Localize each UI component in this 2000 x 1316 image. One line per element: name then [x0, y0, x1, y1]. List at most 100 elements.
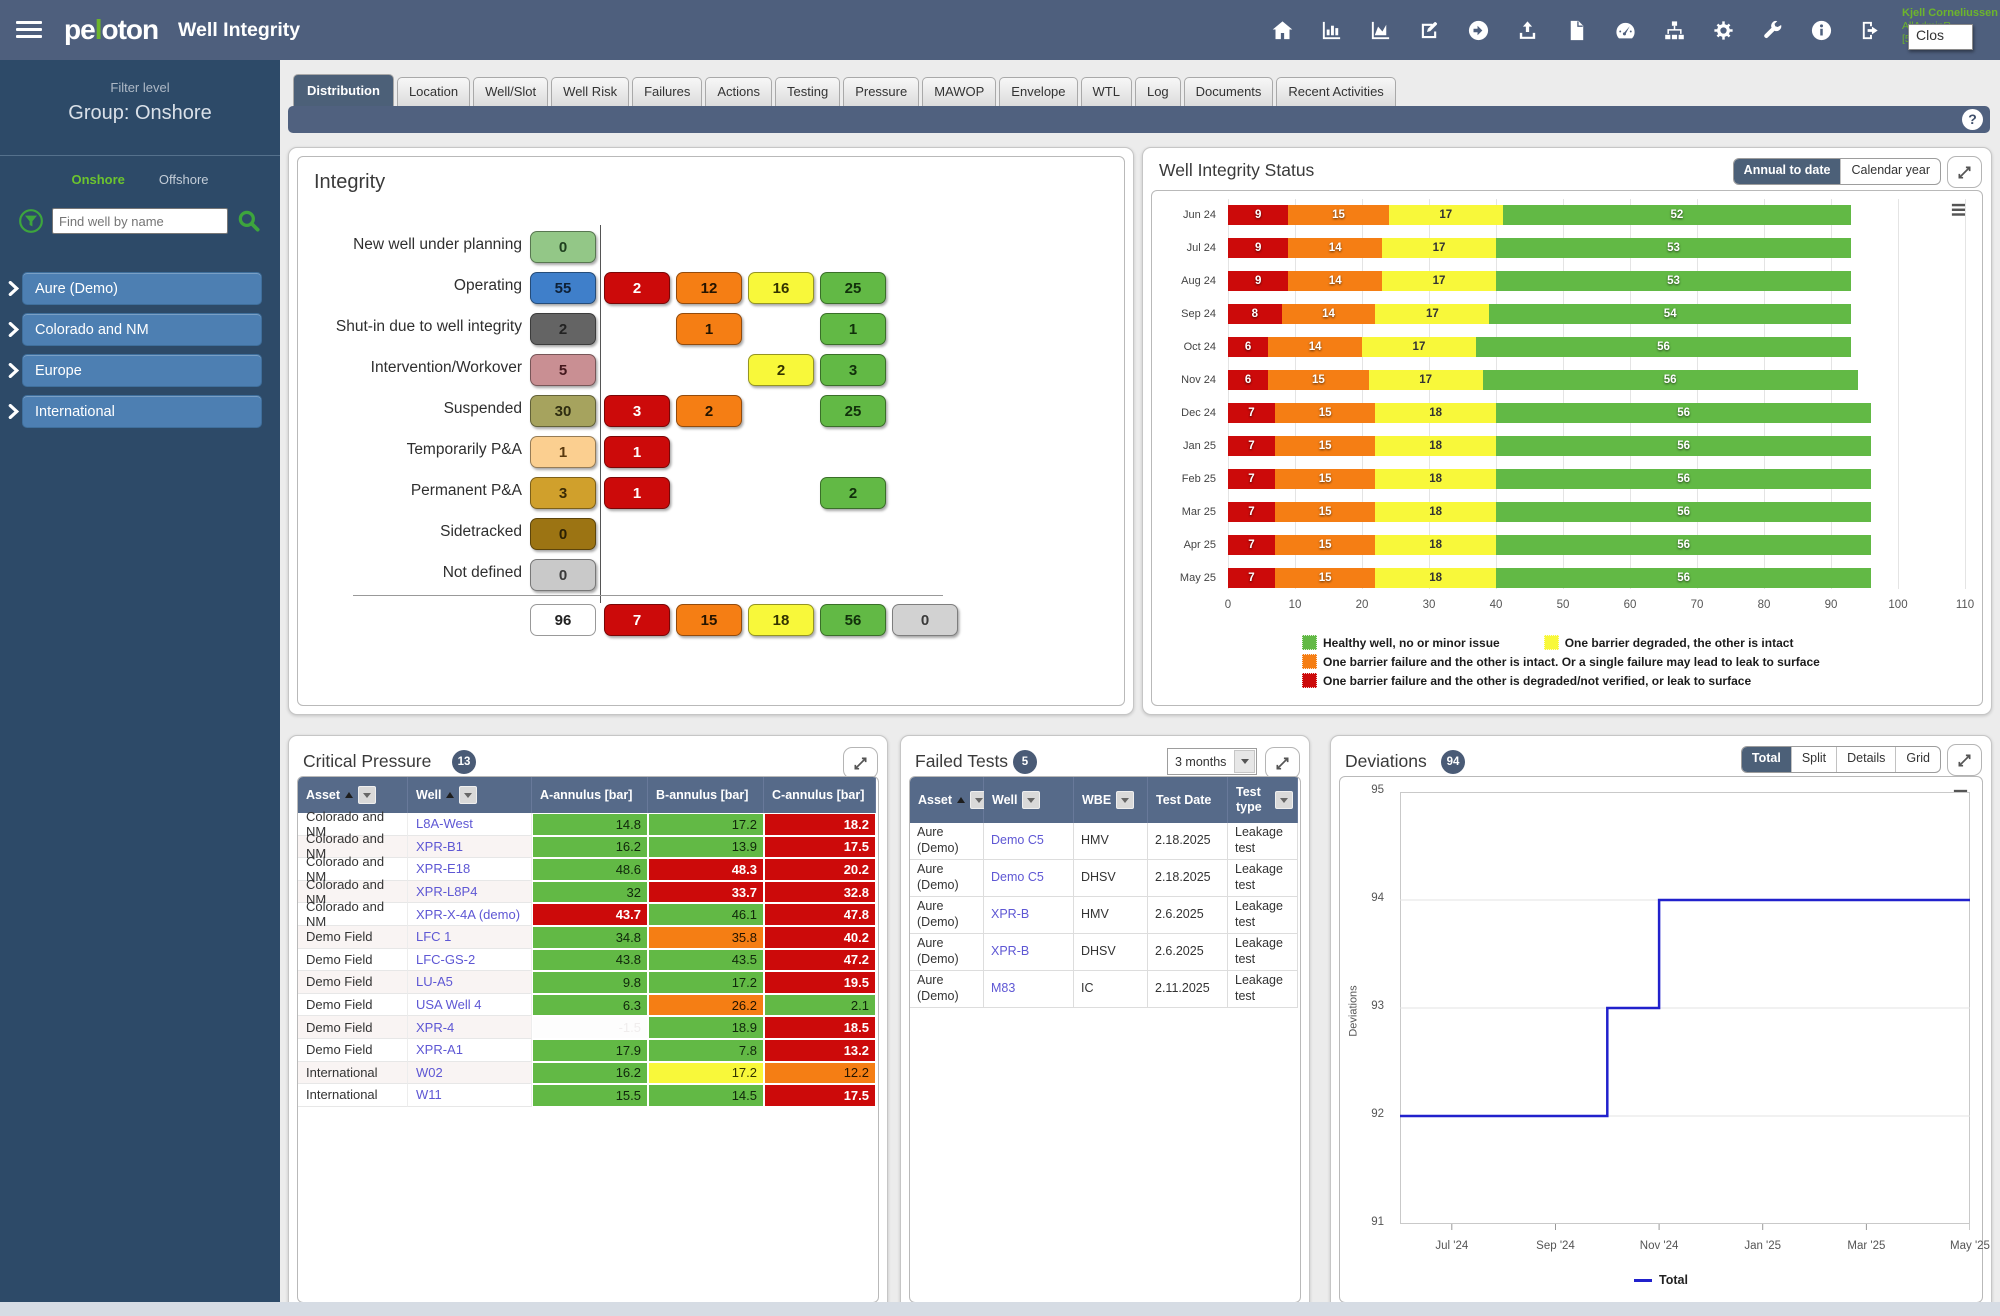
gear-icon[interactable] — [1712, 19, 1735, 42]
integrity-cell-badge[interactable]: 25 — [820, 272, 886, 304]
integrity-count-badge[interactable]: 0 — [530, 559, 596, 591]
well-link[interactable]: LFC 1 — [416, 929, 451, 944]
well-link[interactable]: LU-A5 — [416, 974, 453, 989]
help-icon[interactable]: ? — [1962, 109, 1983, 130]
integrity-count-badge[interactable]: 2 — [530, 313, 596, 345]
tab-distribution[interactable]: Distribution — [293, 74, 394, 106]
arrow-right-circle-icon[interactable] — [1467, 19, 1490, 42]
well-link[interactable]: XPR-B1 — [416, 839, 463, 854]
tab-envelope[interactable]: Envelope — [999, 77, 1077, 106]
sidebar-item-colorado-and-nm[interactable]: Colorado and NM — [22, 313, 262, 346]
integrity-count-badge[interactable]: 30 — [530, 395, 596, 427]
tab-mawop[interactable]: MAWOP — [922, 77, 996, 106]
tab-documents[interactable]: Documents — [1184, 77, 1274, 106]
well-link[interactable]: L8A-West — [416, 816, 473, 831]
tab-pressure[interactable]: Pressure — [843, 77, 919, 106]
well-link[interactable]: XPR-B — [991, 944, 1029, 960]
sidebar-item-aure-demo[interactable]: Aure (Demo) — [22, 272, 262, 305]
tab-location[interactable]: Location — [397, 77, 470, 106]
document-icon[interactable] — [1565, 19, 1588, 42]
tab-well-risk[interactable]: Well Risk — [551, 77, 629, 106]
integrity-cell-badge[interactable]: 1 — [604, 436, 670, 468]
tab-wtl[interactable]: WTL — [1081, 77, 1132, 106]
column-menu-icon[interactable] — [1116, 791, 1134, 809]
sort-asc-icon[interactable] — [957, 793, 965, 803]
logout-icon[interactable] — [1859, 19, 1882, 42]
sidebar-item-europe[interactable]: Europe — [22, 354, 262, 387]
integrity-cell-badge[interactable]: 1 — [820, 313, 886, 345]
well-link[interactable]: XPR-B — [991, 907, 1029, 923]
sidebar-tab-offshore[interactable]: Offshore — [159, 172, 209, 187]
well-link[interactable]: M83 — [991, 981, 1015, 997]
integrity-count-badge[interactable]: 0 — [530, 518, 596, 550]
well-link[interactable]: W11 — [416, 1087, 442, 1102]
wrench-icon[interactable] — [1761, 19, 1784, 42]
column-menu-icon[interactable] — [1275, 791, 1293, 809]
well-link[interactable]: XPR-L8P4 — [416, 884, 477, 899]
home-icon[interactable] — [1271, 19, 1294, 42]
wis-button-calendar-year[interactable]: Calendar year — [1840, 159, 1940, 184]
integrity-cell-badge[interactable]: 2 — [820, 477, 886, 509]
tab-log[interactable]: Log — [1135, 77, 1181, 106]
well-link[interactable]: Demo C5 — [991, 833, 1044, 849]
expand-icon[interactable] — [843, 747, 878, 779]
integrity-cell-badge[interactable]: 12 — [676, 272, 742, 304]
column-menu-icon[interactable] — [358, 786, 376, 804]
expand-icon[interactable] — [1947, 156, 1982, 188]
chevron-right-icon[interactable] — [8, 322, 20, 338]
deviations-button-split[interactable]: Split — [1791, 747, 1836, 772]
well-link[interactable]: XPR-E18 — [416, 861, 470, 876]
chevron-right-icon[interactable] — [8, 281, 20, 297]
well-link[interactable]: W02 — [416, 1065, 443, 1080]
wis-button-annual-to-date[interactable]: Annual to date — [1734, 159, 1841, 184]
deviations-button-grid[interactable]: Grid — [1895, 747, 1940, 772]
chevron-right-icon[interactable] — [8, 404, 20, 420]
well-link[interactable]: Demo C5 — [991, 870, 1044, 886]
sidebar-item-international[interactable]: International — [22, 395, 262, 428]
deviations-button-total[interactable]: Total — [1742, 747, 1791, 772]
well-link[interactable]: USA Well 4 — [416, 997, 482, 1012]
integrity-cell-badge[interactable]: 25 — [820, 395, 886, 427]
bar-chart-icon[interactable] — [1320, 19, 1343, 42]
expand-icon[interactable] — [1947, 744, 1982, 776]
integrity-cell-badge[interactable]: 1 — [676, 313, 742, 345]
integrity-cell-badge[interactable]: 2 — [604, 272, 670, 304]
search-input[interactable] — [52, 208, 228, 234]
integrity-count-badge[interactable]: 3 — [530, 477, 596, 509]
search-icon[interactable] — [236, 208, 262, 234]
integrity-cell-badge[interactable]: 3 — [604, 395, 670, 427]
expand-icon[interactable] — [1265, 747, 1300, 779]
tab-recent-activities[interactable]: Recent Activities — [1276, 77, 1395, 106]
integrity-cell-badge[interactable]: 3 — [820, 354, 886, 386]
menu-icon[interactable] — [16, 21, 42, 39]
integrity-cell-badge[interactable]: 2 — [748, 354, 814, 386]
tab-failures[interactable]: Failures — [632, 77, 702, 106]
area-chart-icon[interactable] — [1369, 19, 1392, 42]
sort-asc-icon[interactable] — [446, 788, 454, 798]
integrity-count-badge[interactable]: 1 — [530, 436, 596, 468]
well-link[interactable]: XPR-4 — [416, 1020, 454, 1035]
integrity-cell-badge[interactable]: 2 — [676, 395, 742, 427]
integrity-cell-badge[interactable]: 1 — [604, 477, 670, 509]
gauge-icon[interactable] — [1614, 19, 1637, 42]
period-select[interactable]: 3 months — [1167, 748, 1257, 775]
edit-icon[interactable] — [1418, 19, 1441, 42]
sidebar-tab-onshore[interactable]: Onshore — [71, 172, 124, 187]
well-link[interactable]: XPR-X-4A (demo) — [416, 907, 520, 922]
tab-actions[interactable]: Actions — [705, 77, 772, 106]
integrity-count-badge[interactable]: 55 — [530, 272, 596, 304]
info-icon[interactable] — [1810, 19, 1833, 42]
integrity-count-badge[interactable]: 0 — [530, 231, 596, 263]
deviations-button-details[interactable]: Details — [1836, 747, 1895, 772]
sort-asc-icon[interactable] — [345, 788, 353, 798]
integrity-cell-badge[interactable]: 16 — [748, 272, 814, 304]
upload-icon[interactable] — [1516, 19, 1539, 42]
tab-well-slot[interactable]: Well/Slot — [473, 77, 548, 106]
sitemap-icon[interactable] — [1663, 19, 1686, 42]
chevron-right-icon[interactable] — [8, 363, 20, 379]
well-link[interactable]: XPR-A1 — [416, 1042, 463, 1057]
well-link[interactable]: LFC-GS-2 — [416, 952, 475, 967]
tab-testing[interactable]: Testing — [775, 77, 840, 106]
column-menu-icon[interactable] — [1022, 791, 1040, 809]
column-menu-icon[interactable] — [459, 786, 477, 804]
